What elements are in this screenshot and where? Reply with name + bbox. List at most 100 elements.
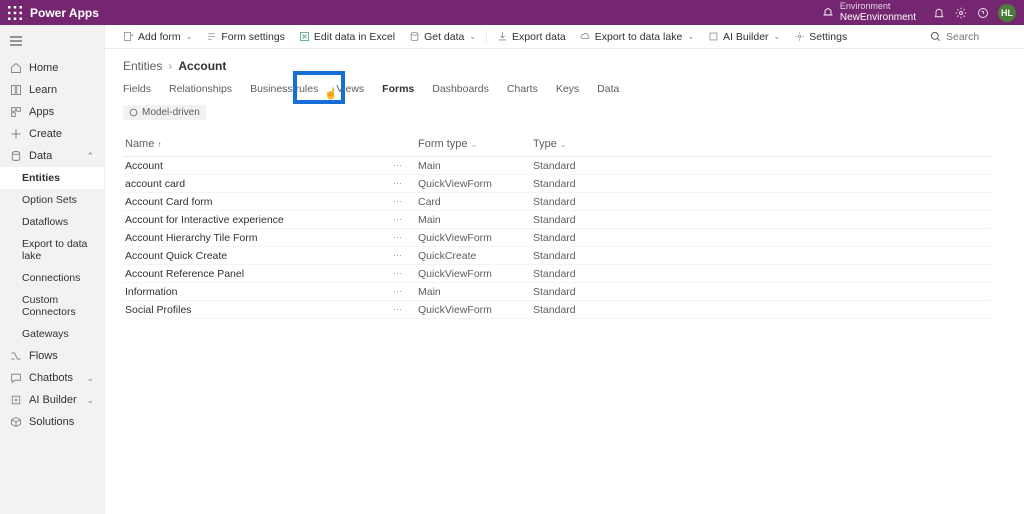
row-more-button[interactable]: ⋯	[393, 304, 418, 315]
cmd-export-lake[interactable]: Export to data lake⌄	[574, 25, 700, 48]
col-type[interactable]: Type⌄	[533, 138, 693, 150]
cell-name[interactable]: Account Quick Create	[123, 250, 393, 262]
nav-custom-connectors[interactable]: Custom Connectors	[0, 289, 104, 323]
badge-label: Model-driven	[142, 107, 200, 118]
breadcrumb-separator: ›	[168, 59, 172, 73]
cell-form-type: QuickViewForm	[418, 304, 533, 316]
nav-data[interactable]: Data⌃	[0, 145, 104, 167]
help-icon	[977, 7, 989, 19]
command-bar: Add form⌄ Form settings Edit data in Exc…	[105, 25, 1024, 49]
tab-keys[interactable]: Keys	[556, 81, 579, 97]
cmd-add-form[interactable]: Add form⌄	[117, 25, 198, 48]
cell-type: Standard	[533, 232, 693, 244]
row-more-button[interactable]: ⋯	[393, 214, 418, 225]
nav-gateways[interactable]: Gateways	[0, 323, 104, 345]
row-more-button[interactable]: ⋯	[393, 178, 418, 189]
help-button[interactable]	[972, 2, 994, 24]
cell-name[interactable]: Account Reference Panel	[123, 268, 393, 280]
cell-name[interactable]: Account Hierarchy Tile Form	[123, 232, 393, 244]
cell-form-type: Main	[418, 160, 533, 172]
col-name[interactable]: Name↑	[123, 138, 418, 150]
tab-charts[interactable]: Charts	[507, 81, 538, 97]
nav-home[interactable]: Home	[0, 57, 104, 79]
chevron-down-icon: ⌄	[186, 32, 193, 41]
row-more-button[interactable]: ⋯	[393, 268, 418, 279]
breadcrumb-current: Account	[178, 59, 226, 73]
home-icon	[10, 62, 22, 74]
notifications-button[interactable]	[928, 2, 950, 24]
nav-entities[interactable]: Entities	[0, 167, 104, 189]
cell-type: Standard	[533, 214, 693, 226]
ai-icon	[10, 394, 22, 406]
waffle-icon[interactable]	[8, 6, 22, 20]
cmd-label: Settings	[809, 31, 847, 43]
nav-dataflows[interactable]: Dataflows	[0, 211, 104, 233]
table-row[interactable]: Account Reference Panel⋯QuickViewFormSta…	[123, 265, 991, 283]
user-avatar[interactable]: HL	[998, 4, 1016, 22]
cmd-get-data[interactable]: Get data⌄	[403, 25, 482, 48]
cell-type: Standard	[533, 178, 693, 190]
sidebar-toggle[interactable]	[0, 31, 104, 57]
row-more-button[interactable]: ⋯	[393, 196, 418, 207]
row-more-button[interactable]: ⋯	[393, 250, 418, 261]
environment-picker[interactable]: Environment NewEnvironment	[822, 2, 916, 23]
tab-views[interactable]: Views	[336, 81, 364, 97]
nav-label: Apps	[29, 106, 54, 118]
table-row[interactable]: account card⋯QuickViewFormStandard	[123, 175, 991, 193]
table-row[interactable]: Social Profiles⋯QuickViewFormStandard	[123, 301, 991, 319]
settings-button[interactable]	[950, 2, 972, 24]
tab-forms[interactable]: Forms	[382, 81, 414, 97]
nav-apps[interactable]: Apps	[0, 101, 104, 123]
breadcrumb-root[interactable]: Entities	[123, 59, 162, 73]
cmd-ai-builder[interactable]: AI Builder⌄	[702, 25, 786, 48]
cmd-export-data[interactable]: Export data	[491, 25, 572, 48]
nav-learn[interactable]: Learn	[0, 79, 104, 101]
cmd-label: Form settings	[221, 31, 285, 43]
cmd-label: AI Builder	[723, 31, 769, 43]
nav-label: Chatbots	[29, 372, 73, 384]
nav-chatbots[interactable]: Chatbots⌄	[0, 367, 104, 389]
nav-export-lake[interactable]: Export to data lake	[0, 233, 104, 267]
tab-relationships[interactable]: Relationships	[169, 81, 232, 97]
cell-name[interactable]: Account	[123, 160, 393, 172]
cmd-edit-excel[interactable]: Edit data in Excel	[293, 25, 401, 48]
nav-connections[interactable]: Connections	[0, 267, 104, 289]
model-driven-badge[interactable]: Model-driven	[123, 105, 206, 120]
chevron-down-icon: ⌄	[687, 32, 694, 41]
table-row[interactable]: Account Card form⋯CardStandard	[123, 193, 991, 211]
tab-data[interactable]: Data	[597, 81, 619, 97]
col-form-type[interactable]: Form type⌄	[418, 138, 533, 150]
row-more-button[interactable]: ⋯	[393, 232, 418, 243]
table-row[interactable]: Account Quick Create⋯QuickCreateStandard	[123, 247, 991, 265]
row-more-button[interactable]: ⋯	[393, 160, 418, 171]
cell-name[interactable]: account card	[123, 178, 393, 190]
table-row[interactable]: Account for Interactive experience⋯MainS…	[123, 211, 991, 229]
sidebar: Home Learn Apps Create Data⌃ Entities Op…	[0, 25, 105, 514]
cell-name[interactable]: Information	[123, 286, 393, 298]
nav-ai-builder[interactable]: AI Builder⌄	[0, 389, 104, 411]
nav-label: Flows	[29, 350, 58, 362]
nav-create[interactable]: Create	[0, 123, 104, 145]
table-row[interactable]: Information⋯MainStandard	[123, 283, 991, 301]
forms-table: Name↑ Form type⌄ Type⌄ Account⋯MainStand…	[123, 132, 991, 319]
brand-label: Power Apps	[30, 6, 99, 20]
tab-dashboards[interactable]: Dashboards	[432, 81, 489, 97]
nav-label: Entities	[22, 172, 60, 184]
cmd-settings[interactable]: Settings	[788, 25, 853, 48]
tab-business-rules[interactable]: Business rules	[250, 81, 318, 97]
search-input[interactable]	[946, 31, 1006, 43]
cmd-form-settings[interactable]: Form settings	[200, 25, 291, 48]
cell-name[interactable]: Account for Interactive experience	[123, 214, 393, 226]
nav-label: Dataflows	[22, 216, 68, 228]
cell-name[interactable]: Social Profiles	[123, 304, 393, 316]
table-row[interactable]: Account⋯MainStandard	[123, 157, 991, 175]
table-row[interactable]: Account Hierarchy Tile Form⋯QuickViewFor…	[123, 229, 991, 247]
tab-fields[interactable]: Fields	[123, 81, 151, 97]
cmd-label: Edit data in Excel	[314, 31, 395, 43]
nav-flows[interactable]: Flows	[0, 345, 104, 367]
row-more-button[interactable]: ⋯	[393, 286, 418, 297]
nav-option-sets[interactable]: Option Sets	[0, 189, 104, 211]
cell-name[interactable]: Account Card form	[123, 196, 393, 208]
search-box[interactable]	[930, 31, 1012, 43]
nav-solutions[interactable]: Solutions	[0, 411, 104, 433]
